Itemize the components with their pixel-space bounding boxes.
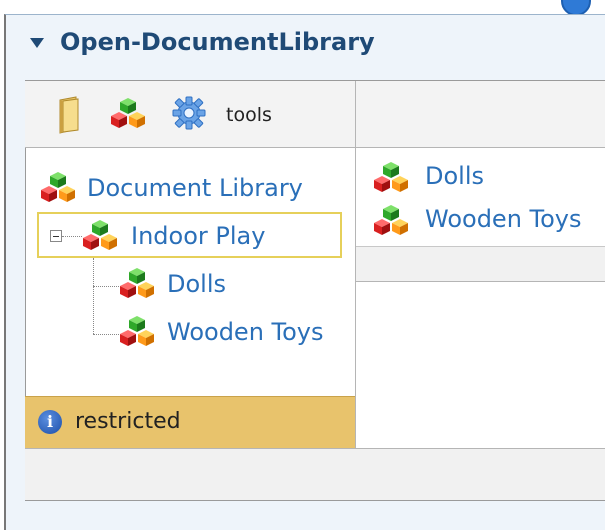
info-icon: i bbox=[38, 410, 62, 434]
collapse-arrow-icon[interactable] bbox=[30, 38, 44, 48]
tree-item-wooden-toys[interactable]: Wooden Toys bbox=[167, 318, 324, 346]
tree-item-document-library[interactable]: Document Library bbox=[87, 174, 303, 202]
tree-line bbox=[93, 334, 119, 335]
cubes-icon bbox=[83, 220, 117, 250]
list-item-dolls[interactable]: Dolls bbox=[425, 162, 484, 190]
tools-label[interactable]: tools bbox=[226, 104, 272, 126]
list-item-wooden-toys[interactable]: Wooden Toys bbox=[425, 205, 582, 233]
toolbar-right-empty bbox=[356, 81, 605, 148]
cubes-icon bbox=[120, 268, 154, 298]
panel-footer-bar bbox=[25, 448, 605, 500]
gear-icon[interactable] bbox=[172, 96, 206, 130]
tree-line bbox=[93, 286, 119, 287]
cubes-icon bbox=[374, 162, 408, 192]
top-cut-strip bbox=[0, 0, 605, 16]
tree-item-indoor-play[interactable]: Indoor Play bbox=[131, 222, 265, 250]
tree-item-dolls[interactable]: Dolls bbox=[167, 270, 226, 298]
cubes-icon bbox=[374, 205, 408, 235]
tree-line bbox=[93, 258, 94, 334]
cubes-icon bbox=[120, 316, 154, 346]
cubes-icon bbox=[41, 172, 75, 202]
folder-icon[interactable] bbox=[54, 96, 84, 134]
list-footer-bar bbox=[356, 246, 605, 282]
collapse-node-icon[interactable] bbox=[50, 230, 62, 242]
restricted-label: restricted bbox=[75, 409, 181, 434]
tree-line bbox=[62, 236, 82, 237]
panel-title: Open-DocumentLibrary bbox=[60, 28, 375, 56]
category-cubes-icon[interactable] bbox=[110, 96, 146, 132]
